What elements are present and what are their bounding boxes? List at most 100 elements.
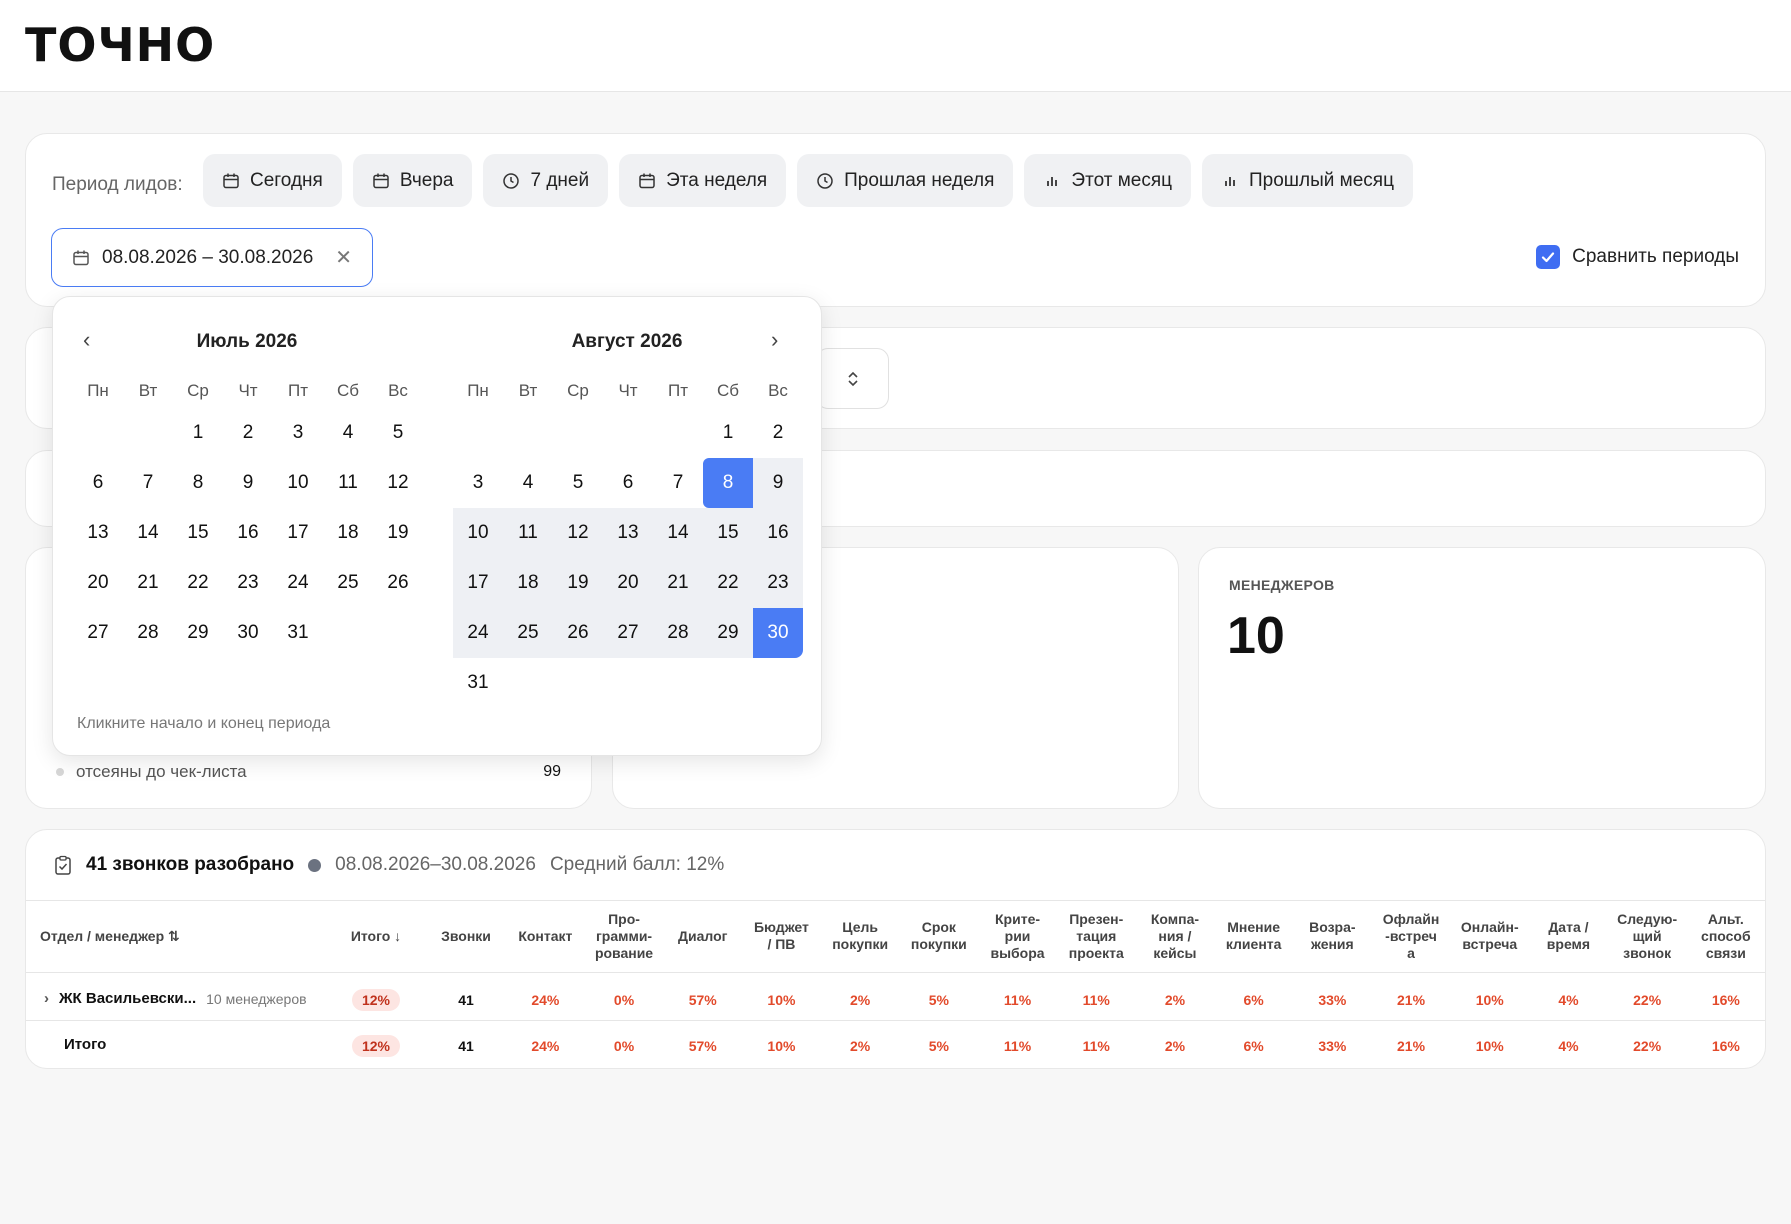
calendar-day[interactable]: 16 bbox=[223, 508, 273, 558]
calendar-day[interactable]: 13 bbox=[603, 508, 653, 558]
calendar-day[interactable]: 11 bbox=[503, 508, 553, 558]
percent-cell: 16% bbox=[1711, 992, 1740, 1008]
calendar-day[interactable]: 4 bbox=[503, 458, 553, 508]
calendar-day[interactable]: 12 bbox=[373, 458, 423, 508]
calendar-day[interactable]: 3 bbox=[273, 408, 323, 458]
calendar-day[interactable]: 30 bbox=[753, 608, 803, 658]
row-total-cell: 12% bbox=[336, 987, 416, 1013]
select-toggle[interactable] bbox=[816, 348, 889, 409]
calendar-day[interactable]: 27 bbox=[603, 608, 653, 658]
calendar-day[interactable]: 4 bbox=[323, 408, 373, 458]
left-month-title: Июль 2026 bbox=[196, 331, 298, 352]
calendar-day[interactable]: 19 bbox=[373, 508, 423, 558]
calendar-day[interactable]: 10 bbox=[453, 508, 503, 558]
date-range-field[interactable]: 08.08.2026 – 30.08.2026 ✕ bbox=[51, 228, 373, 287]
compare-checkbox[interactable] bbox=[1536, 245, 1561, 269]
period-chip[interactable]: Сегодня bbox=[203, 154, 342, 207]
calendar-day[interactable]: 22 bbox=[703, 558, 753, 608]
next-month-icon[interactable]: › bbox=[771, 327, 778, 353]
calendar-day[interactable]: 5 bbox=[553, 458, 603, 508]
column-header-total[interactable]: Итого ↓ bbox=[336, 906, 416, 966]
calendar-day[interactable]: 8 bbox=[173, 458, 223, 508]
calendar-day[interactable]: 15 bbox=[703, 508, 753, 558]
calendar-day[interactable]: 6 bbox=[73, 458, 123, 508]
calendar-day[interactable]: 25 bbox=[323, 558, 373, 608]
calendar-day[interactable]: 30 bbox=[223, 608, 273, 658]
calendar-day[interactable]: 9 bbox=[223, 458, 273, 508]
period-chip[interactable]: Эта неделя bbox=[619, 154, 787, 207]
calendar-day[interactable]: 7 bbox=[123, 458, 173, 508]
calendar-day[interactable]: 12 bbox=[553, 508, 603, 558]
percent-cell: 57% bbox=[688, 992, 717, 1008]
calendar-day[interactable]: 2 bbox=[223, 408, 273, 458]
managers-label: МЕНЕДЖЕРОВ bbox=[1229, 577, 1335, 593]
app-logo[interactable]: ТОЧНО bbox=[25, 20, 215, 70]
calendar-day[interactable]: 20 bbox=[73, 558, 123, 608]
calendar-day[interactable]: 13 bbox=[73, 508, 123, 558]
period-chip[interactable]: Прошлая неделя bbox=[797, 154, 1014, 207]
calendar-day[interactable]: 5 bbox=[373, 408, 423, 458]
calendar-day[interactable]: 14 bbox=[123, 508, 173, 558]
clear-date-icon[interactable]: ✕ bbox=[335, 245, 352, 270]
calendar-day[interactable]: 16 bbox=[753, 508, 803, 558]
calendar-day[interactable]: 24 bbox=[273, 558, 323, 608]
calendar-day[interactable]: 2 bbox=[753, 408, 803, 458]
calendar-day[interactable]: 3 bbox=[453, 458, 503, 508]
calendar-day[interactable]: 21 bbox=[653, 558, 703, 608]
calendar-day[interactable]: 23 bbox=[223, 558, 273, 608]
calendar-day[interactable]: 11 bbox=[323, 458, 373, 508]
calendar-day[interactable]: 8 bbox=[703, 458, 753, 508]
calendar-day[interactable]: 19 bbox=[553, 558, 603, 608]
calendar-day[interactable]: 27 bbox=[73, 608, 123, 658]
calendar-day[interactable]: 23 bbox=[753, 558, 803, 608]
calendar-day[interactable]: 20 bbox=[603, 558, 653, 608]
calendar-day[interactable]: 17 bbox=[273, 508, 323, 558]
period-chip[interactable]: Вчера bbox=[352, 154, 473, 207]
column-header: Срок покупки bbox=[910, 919, 967, 952]
calendar-day[interactable]: 24 bbox=[453, 608, 503, 658]
calendar-day[interactable]: 18 bbox=[323, 508, 373, 558]
calendar-day[interactable]: 31 bbox=[453, 658, 503, 708]
calendar-day[interactable]: 26 bbox=[373, 558, 423, 608]
calendar-day[interactable]: 29 bbox=[703, 608, 753, 658]
compare-periods-toggle[interactable]: Сравнить периоды bbox=[1536, 245, 1739, 269]
calendar-day[interactable]: 31 bbox=[273, 608, 323, 658]
right-month-title: Август 2026 bbox=[571, 331, 683, 352]
calendar-day[interactable]: 14 bbox=[653, 508, 703, 558]
calendar-day[interactable]: 7 bbox=[653, 458, 703, 508]
period-chip[interactable]: 7 дней bbox=[483, 154, 609, 207]
calendar-day[interactable]: 29 bbox=[173, 608, 223, 658]
calendar-day[interactable]: 25 bbox=[503, 608, 553, 658]
calendar-day[interactable]: 1 bbox=[173, 408, 223, 458]
calendar-day[interactable]: 28 bbox=[653, 608, 703, 658]
period-chip[interactable]: Этот месяц bbox=[1024, 154, 1191, 207]
table-row-dept[interactable]: › ЖК Васильевски... 10 менеджеров bbox=[44, 990, 307, 1007]
calendar-day[interactable]: 1 bbox=[703, 408, 753, 458]
percent-cell: 2% bbox=[1164, 992, 1186, 1008]
column-header: Онлайн- встреча bbox=[1460, 919, 1519, 952]
calendar-day[interactable]: 18 bbox=[503, 558, 553, 608]
calendar-day[interactable]: 10 bbox=[273, 458, 323, 508]
percent-cell: 11% bbox=[1003, 1038, 1032, 1054]
period-chip[interactable]: Прошлый месяц bbox=[1202, 154, 1413, 207]
period-chip-label: Прошлая неделя bbox=[844, 169, 995, 191]
percent-cell: 11% bbox=[1003, 992, 1032, 1008]
column-header-dept[interactable]: Отдел / менеджер ⇅ bbox=[40, 906, 260, 966]
period-chips: Сегодня Вчера 7 дней Эта неделя Прошлая неде… bbox=[203, 154, 1413, 207]
date-range-value: 08.08.2026 – 30.08.2026 bbox=[102, 246, 314, 268]
period-chip-label: Прошлый месяц bbox=[1249, 169, 1394, 191]
chevron-right-icon[interactable]: › bbox=[44, 990, 49, 1007]
prev-month-icon[interactable]: ‹ bbox=[83, 327, 90, 353]
calendar-day[interactable]: 28 bbox=[123, 608, 173, 658]
calendar-day[interactable]: 21 bbox=[123, 558, 173, 608]
calendar-day[interactable]: 6 bbox=[603, 458, 653, 508]
period-chip-label: Сегодня bbox=[250, 169, 323, 191]
calendar-day[interactable]: 15 bbox=[173, 508, 223, 558]
weekday-label: Пт bbox=[667, 381, 688, 400]
percent-cell: 2% bbox=[1164, 1038, 1186, 1054]
calendar-day[interactable]: 9 bbox=[753, 458, 803, 508]
calendar-day[interactable]: 17 bbox=[453, 558, 503, 608]
calendar-day[interactable]: 22 bbox=[173, 558, 223, 608]
calendar-day[interactable]: 26 bbox=[553, 608, 603, 658]
column-header: Цель покупки bbox=[832, 919, 889, 952]
